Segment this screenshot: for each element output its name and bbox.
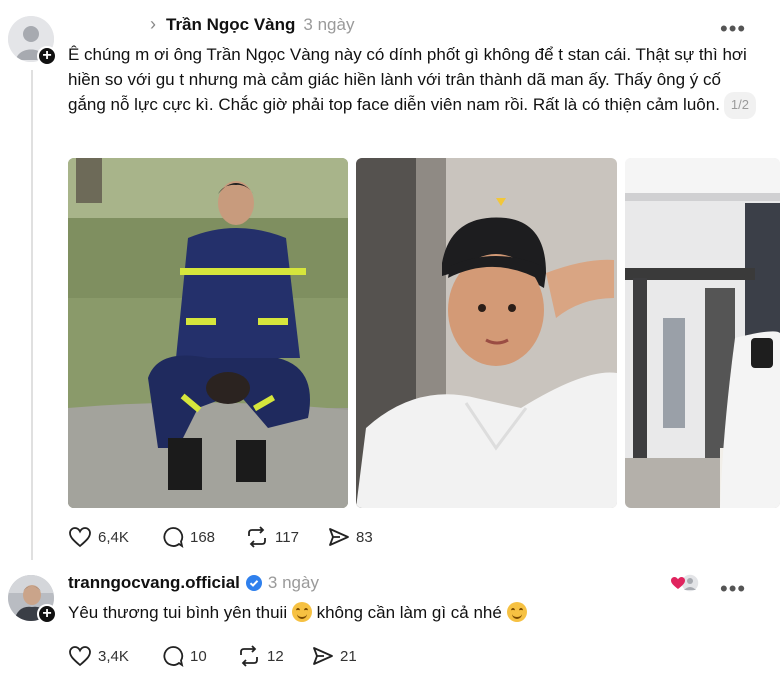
reply-repost-count: 12 bbox=[267, 647, 284, 665]
post-repost-count: 117 bbox=[275, 528, 299, 546]
post-like-count: 6,4K bbox=[98, 528, 129, 546]
post-share-count: 83 bbox=[356, 528, 373, 546]
reply-author-name[interactable]: tranngocvang.official bbox=[68, 573, 240, 593]
smiling-face-emoji-icon bbox=[291, 602, 312, 622]
reply-repost-button[interactable]: 12 bbox=[237, 645, 284, 667]
post-comment-count: 168 bbox=[190, 528, 216, 546]
follow-plus-icon[interactable]: + bbox=[37, 46, 57, 66]
repost-icon bbox=[248, 526, 266, 548]
reply-like-count: 3,4K bbox=[98, 647, 129, 665]
send-icon bbox=[313, 647, 333, 665]
reply-timestamp[interactable]: 3 ngày bbox=[268, 573, 319, 593]
reply-share-button[interactable]: 21 bbox=[312, 645, 357, 667]
verified-badge-icon bbox=[245, 575, 262, 591]
post-pager-badge: 1/2 bbox=[723, 92, 756, 119]
follow-plus-icon[interactable]: + bbox=[37, 604, 57, 624]
post-photo-3[interactable] bbox=[625, 158, 780, 508]
heart-icon bbox=[69, 527, 91, 548]
post-comment-button[interactable]: 168 bbox=[162, 526, 215, 548]
reply-comment-button[interactable]: 10 bbox=[162, 645, 207, 667]
post-body: Ê chúng m ơi ông Trần Ngọc Vàng này có d… bbox=[68, 45, 747, 114]
reply-header: tranngocvang.official 3 ngày bbox=[68, 573, 319, 593]
post-text: Ê chúng m ơi ông Trần Ngọc Vàng này có d… bbox=[68, 43, 760, 119]
post-timestamp[interactable]: 3 ngày bbox=[303, 15, 354, 35]
repost-icon bbox=[240, 645, 258, 667]
send-icon bbox=[329, 528, 349, 546]
liked-by-author-indicator bbox=[670, 573, 702, 593]
thread-line bbox=[31, 70, 33, 560]
reply-more-options-icon[interactable]: ••• bbox=[720, 578, 746, 600]
comment-icon bbox=[163, 527, 184, 548]
post-photo-2[interactable] bbox=[356, 158, 617, 508]
post-more-options-icon[interactable]: ••• bbox=[720, 18, 746, 40]
post-author-name[interactable]: Trần Ngọc Vàng bbox=[166, 15, 295, 35]
comment-icon bbox=[163, 646, 184, 667]
creator-liked-heart-icon bbox=[671, 573, 700, 593]
reply-text: Yêu thương tui bình yên thuii không cần … bbox=[68, 601, 760, 626]
reply-body-part1: Yêu thương tui bình yên thuii bbox=[68, 603, 288, 622]
smiling-face-emoji-icon bbox=[506, 602, 527, 622]
post-repost-button[interactable]: 117 bbox=[245, 526, 299, 548]
post-like-button[interactable]: 6,4K bbox=[68, 526, 129, 548]
reply-body-part2: không cần làm gì cả nhé bbox=[316, 603, 502, 622]
post-share-button[interactable]: 83 bbox=[328, 526, 373, 548]
reply-share-count: 21 bbox=[340, 647, 357, 665]
post-header: › Trần Ngọc Vàng 3 ngày bbox=[150, 14, 354, 35]
reply-comment-count: 10 bbox=[190, 647, 207, 665]
heart-icon bbox=[69, 646, 91, 667]
reply-arrow-icon: › bbox=[150, 14, 156, 34]
post-photo-1[interactable] bbox=[68, 158, 348, 508]
reply-like-button[interactable]: 3,4K bbox=[68, 645, 129, 667]
